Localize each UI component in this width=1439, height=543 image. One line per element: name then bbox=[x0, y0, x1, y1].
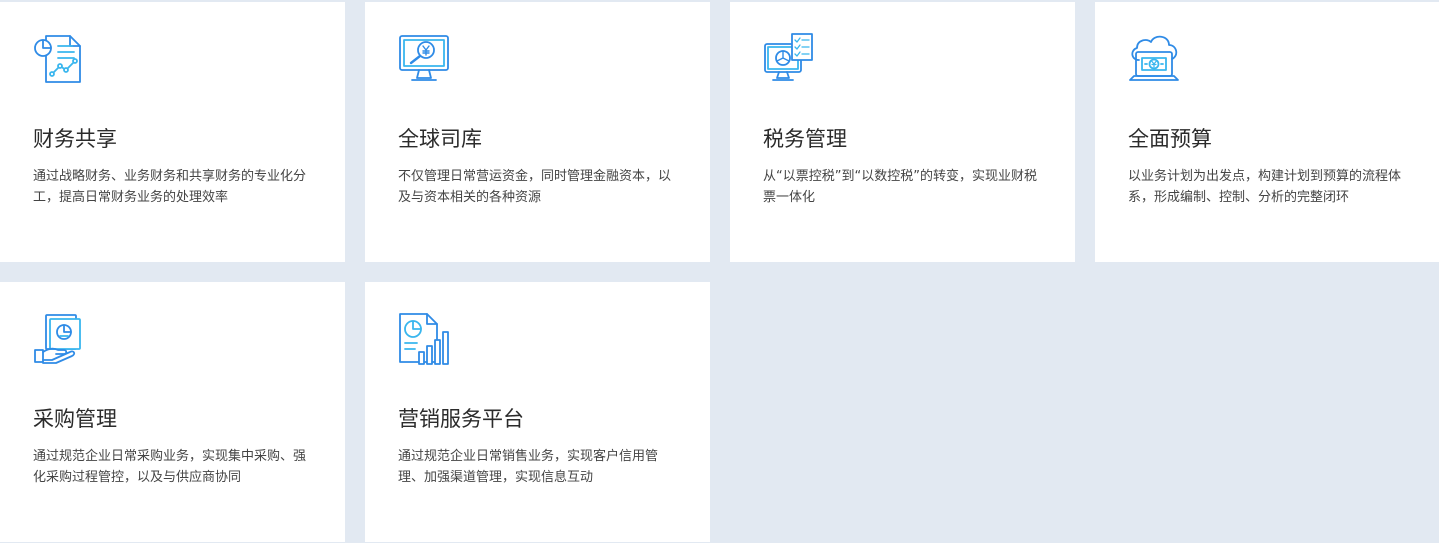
card-marketing-service-platform[interactable]: 营销服务平台 通过规范企业日常销售业务，实现客户信用管理、加强渠道管理，实现信息… bbox=[365, 282, 710, 542]
card-title: 税务管理 bbox=[763, 127, 847, 151]
card-title: 财务共享 bbox=[33, 127, 117, 151]
card-description: 通过规范企业日常销售业务，实现客户信用管理、加强渠道管理，实现信息互动 bbox=[398, 449, 659, 485]
hand-document-icon bbox=[32, 312, 86, 366]
financial-report-icon bbox=[32, 32, 86, 86]
card-financial-sharing[interactable]: 财务共享 通过战略财务、业务财务和共享财务的专业化分工，提高日常财务业务的处理效… bbox=[0, 2, 345, 262]
solution-grid: 财务共享 通过战略财务、业务财务和共享财务的专业化分工，提高日常财务业务的处理效… bbox=[0, 0, 1439, 543]
card-title: 营销服务平台 bbox=[398, 407, 524, 431]
monitor-yuan-search-icon bbox=[397, 32, 451, 86]
card-description: 通过规范企业日常采购业务，实现集中采购、强化采购过程管控，以及与供应商协同 bbox=[33, 449, 307, 485]
card-comprehensive-budget[interactable]: 全面预算 以业务计划为出发点，构建计划到预算的流程体系，形成编制、控制、分析的完… bbox=[1095, 2, 1439, 262]
card-procurement-management[interactable]: 采购管理 通过规范企业日常采购业务，实现集中采购、强化采购过程管控，以及与供应商… bbox=[0, 282, 345, 542]
card-description: 通过战略财务、业务财务和共享财务的专业化分工，提高日常财务业务的处理效率 bbox=[33, 169, 307, 205]
document-bar-chart-icon bbox=[397, 312, 451, 366]
card-description: 以业务计划为出发点，构建计划到预算的流程体系，形成编制、控制、分析的完整闭环 bbox=[1128, 169, 1402, 205]
card-description: 从“以票控税”到“以数控税”的转变，实现业财税票一体化 bbox=[763, 169, 1037, 205]
card-title: 采购管理 bbox=[33, 407, 117, 431]
monitor-chart-checklist-icon bbox=[762, 32, 816, 86]
cloud-laptop-yuan-icon bbox=[1127, 32, 1181, 86]
card-tax-management[interactable]: 税务管理 从“以票控税”到“以数控税”的转变，实现业财税票一体化 bbox=[730, 2, 1075, 262]
card-description: 不仅管理日常营运资金，同时管理金融资本，以及与资本相关的各种资源 bbox=[398, 169, 672, 205]
card-global-treasury[interactable]: 全球司库 不仅管理日常营运资金，同时管理金融资本，以及与资本相关的各种资源 bbox=[365, 2, 710, 262]
card-title: 全面预算 bbox=[1128, 127, 1212, 151]
card-title: 全球司库 bbox=[398, 127, 482, 151]
